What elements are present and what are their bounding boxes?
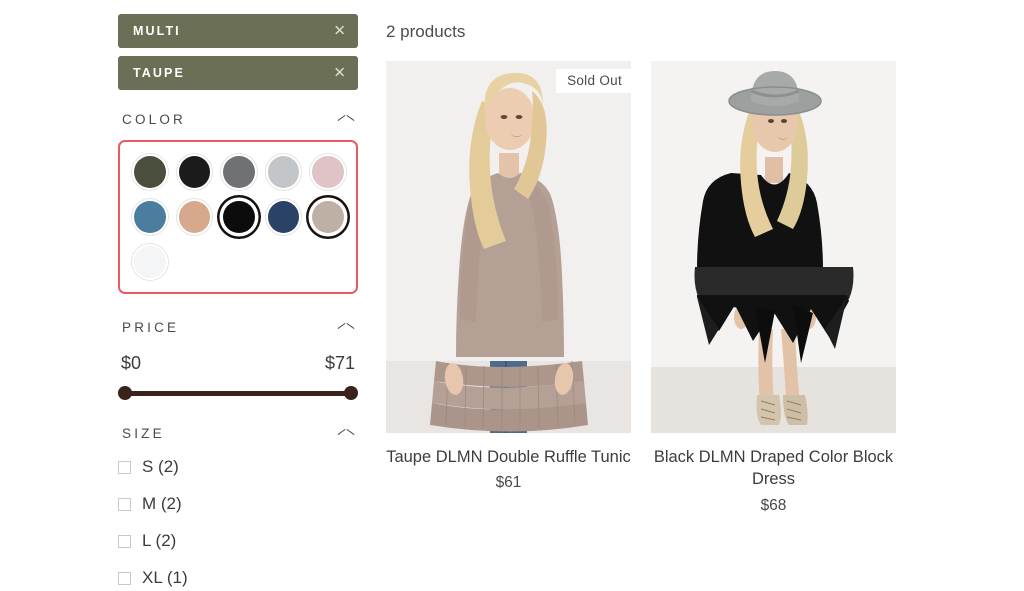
price-slider-track (125, 391, 351, 396)
sold-out-badge: Sold Out (556, 69, 631, 93)
swatch-row (132, 244, 346, 280)
facet-color-header[interactable]: COLOR (118, 112, 358, 127)
swatch-row (132, 199, 346, 235)
color-swatch-black[interactable] (176, 154, 213, 190)
swatch-row (132, 154, 346, 190)
size-option-xl[interactable]: XL (1) (118, 568, 358, 588)
size-option-label: XL (1) (142, 568, 188, 587)
price-range-values: $0 $71 (118, 353, 358, 374)
price-range-slider[interactable] (118, 386, 358, 400)
active-filter-label: MULTI (133, 24, 181, 38)
color-swatch-tan[interactable] (176, 199, 213, 235)
price-min-value: $0 (121, 353, 142, 373)
price-slider-handle-min[interactable] (118, 386, 132, 400)
size-option-label: M (2) (142, 494, 182, 513)
color-swatch-taupe-selected[interactable] (310, 199, 346, 235)
product-card-black-dress[interactable]: Black DLMN Draped Color Block Dress $68 (651, 61, 896, 515)
size-option-s[interactable]: S (2) (118, 457, 358, 477)
facet-color-title: COLOR (122, 112, 187, 127)
color-swatch-steel-blue[interactable] (132, 199, 168, 235)
results-area: 2 products Sold Out Taupe DLMN Double Ru… (386, 22, 906, 515)
color-swatch-olive[interactable] (132, 154, 168, 190)
facet-size-title: SIZE (122, 426, 165, 441)
checkbox-icon[interactable] (118, 534, 131, 548)
color-swatch-gray[interactable] (221, 154, 257, 190)
checkbox-icon[interactable] (118, 497, 131, 511)
filter-sidebar: MULTI ✕ TAUPE ✕ COLOR PRICE $0 $71 SIZE … (118, 14, 358, 591)
color-swatch-navy[interactable] (265, 199, 302, 235)
checkbox-icon[interactable] (118, 571, 131, 585)
product-photo-taupe-tunic (386, 61, 631, 433)
size-option-list: S (2) M (2) L (2) XL (1) (118, 457, 358, 588)
chevron-up-icon[interactable] (338, 323, 354, 333)
product-count: 2 products (386, 22, 466, 41)
active-filter-tag-taupe[interactable]: TAUPE ✕ (118, 56, 358, 90)
product-grid: Sold Out Taupe DLMN Double Ruffle Tunic … (386, 61, 906, 515)
product-listing-page: MULTI ✕ TAUPE ✕ COLOR PRICE $0 $71 SIZE … (0, 0, 1024, 591)
facet-size-header[interactable]: SIZE (118, 426, 358, 441)
product-title[interactable]: Taupe DLMN Double Ruffle Tunic (386, 446, 631, 468)
chevron-up-icon[interactable] (338, 115, 354, 125)
active-filter-label: TAUPE (133, 66, 185, 80)
size-option-label: S (2) (142, 457, 179, 476)
color-swatch-black-selected[interactable] (221, 199, 257, 235)
facet-price: PRICE $0 $71 (118, 320, 358, 400)
color-swatch-dusty-pink[interactable] (310, 154, 346, 190)
facet-color: COLOR (118, 112, 358, 294)
product-card-taupe-tunic[interactable]: Sold Out Taupe DLMN Double Ruffle Tunic … (386, 61, 631, 515)
product-image[interactable]: Sold Out (386, 61, 631, 433)
product-price: $61 (495, 474, 522, 492)
size-option-l[interactable]: L (2) (118, 531, 358, 551)
checkbox-icon[interactable] (118, 460, 131, 474)
close-icon[interactable]: ✕ (333, 24, 346, 39)
color-swatch-white[interactable] (132, 244, 168, 280)
active-filter-tag-multi[interactable]: MULTI ✕ (118, 14, 358, 48)
color-swatch-panel (118, 140, 358, 294)
facet-size: SIZE S (2) M (2) L (2) XL (1) (118, 426, 358, 588)
product-price: $68 (760, 496, 787, 514)
facet-price-title: PRICE (122, 320, 180, 335)
price-slider-handle-max[interactable] (344, 386, 358, 400)
chevron-up-icon[interactable] (338, 429, 354, 439)
size-option-m[interactable]: M (2) (118, 494, 358, 514)
product-photo-black-dress (651, 61, 896, 433)
product-title[interactable]: Black DLMN Draped Color Block Dress (651, 446, 896, 491)
facet-price-header[interactable]: PRICE (118, 320, 358, 335)
product-image[interactable] (651, 61, 896, 433)
price-max-value: $71 (324, 353, 355, 373)
size-option-label: L (2) (142, 531, 177, 550)
close-icon[interactable]: ✕ (333, 66, 346, 81)
color-swatch-light-gray[interactable] (265, 154, 302, 190)
